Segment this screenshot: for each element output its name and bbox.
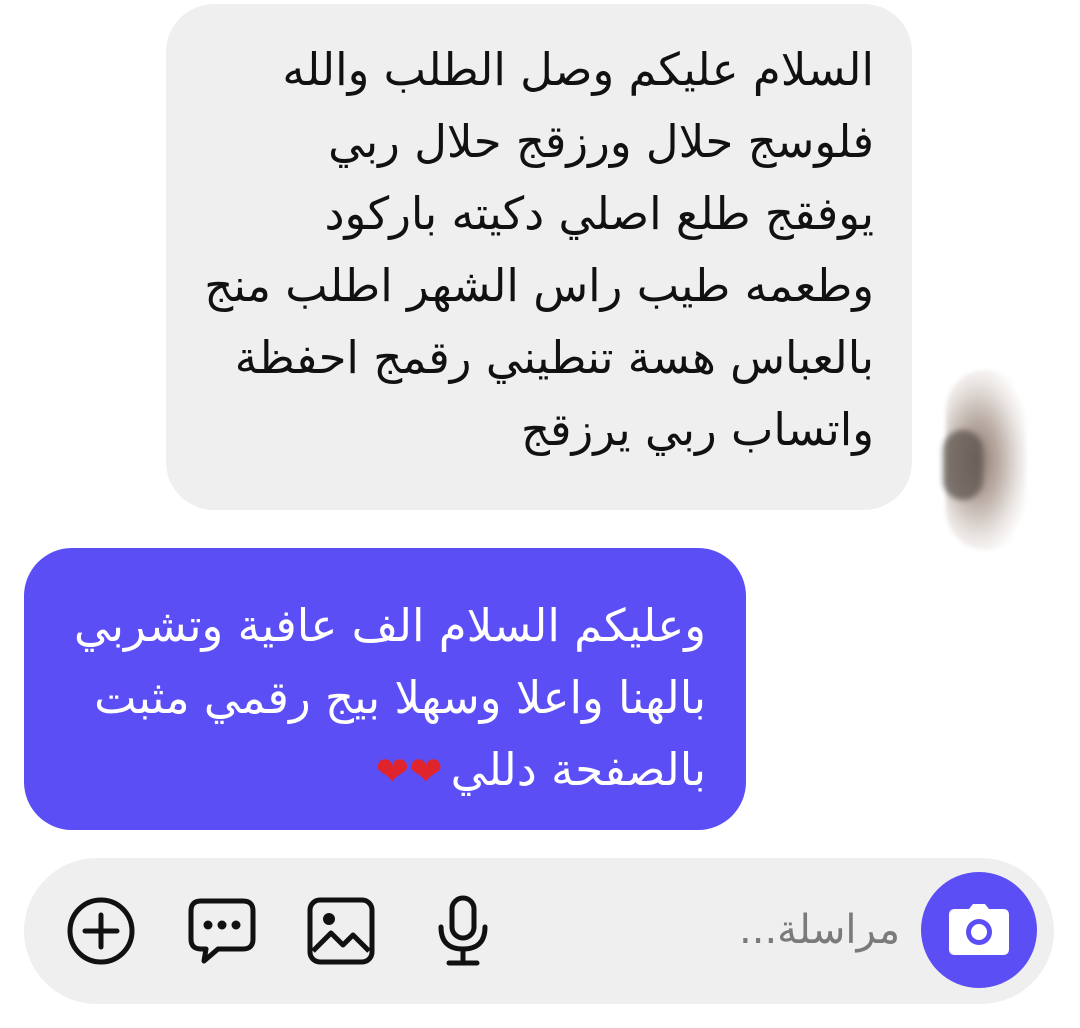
message-line-with-emoji: بالصفحة دللي❤❤ — [54, 734, 706, 808]
message-line: وعليكم السلام الف عافية وتشربي — [74, 599, 706, 652]
more-options-button[interactable] — [66, 896, 136, 966]
message-line: بالعباس هسة تنطيني رقمج احفظة — [234, 331, 874, 384]
plus-circle-icon — [67, 897, 135, 965]
sticker-button[interactable] — [187, 896, 257, 966]
message-input[interactable] — [700, 890, 900, 970]
camera-button[interactable] — [921, 872, 1037, 988]
message-line: فلوسج حلال ورزقج حلال ربي — [328, 115, 874, 168]
outgoing-message-bubble[interactable]: وعليكم السلام الف عافية وتشربي بالهنا وا… — [24, 548, 746, 830]
message-text: بالصفحة دللي — [450, 743, 706, 796]
microphone-icon — [438, 895, 488, 966]
image-icon — [307, 897, 375, 965]
incoming-message-bubble[interactable]: السلام عليكم وصل الطلب والله فلوسج حلال … — [166, 4, 912, 510]
microphone-button[interactable] — [428, 895, 498, 966]
message-line: السلام عليكم وصل الطلب والله — [282, 43, 874, 96]
message-line: واتساب ربي يرزقج — [521, 403, 874, 456]
message-line: وطعمه طيب راس الشهر اطلب منج — [204, 259, 874, 312]
message-line: يوفقج طلع اصلي دكيته باركود — [324, 187, 874, 240]
gallery-button[interactable] — [306, 896, 376, 966]
camera-icon — [949, 904, 1009, 955]
heart-emoji-icon: ❤❤ — [375, 749, 447, 795]
chat-bubble-icon — [188, 898, 256, 964]
sender-avatar-detail — [943, 430, 983, 500]
message-line: بالهنا واعلا وسهلا بيج رقمي مثبت — [94, 671, 706, 724]
